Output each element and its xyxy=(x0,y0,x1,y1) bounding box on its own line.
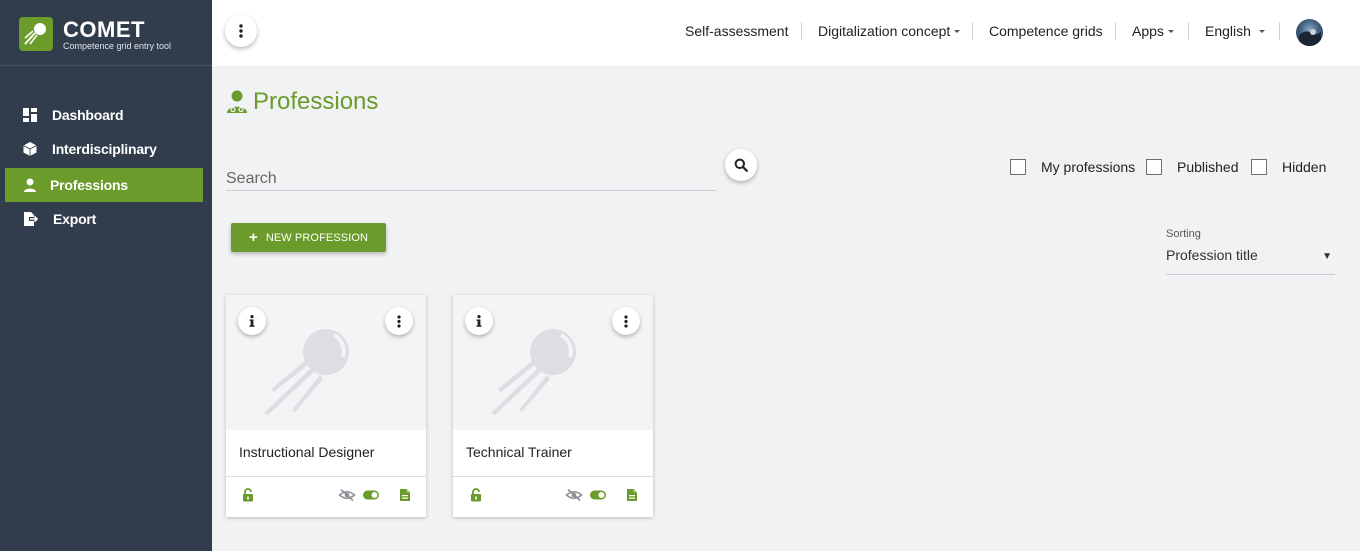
search-input[interactable] xyxy=(226,165,716,191)
divider xyxy=(226,476,426,477)
unlock-icon[interactable] xyxy=(469,488,483,502)
sidebar-item-label: Export xyxy=(53,211,97,227)
document-icon[interactable] xyxy=(398,488,412,502)
menu-button[interactable] xyxy=(225,15,257,47)
profession-card[interactable]: Technical Trainer xyxy=(453,295,653,517)
sorting-label: Sorting xyxy=(1166,228,1201,240)
top-bar: Self-assessment Digitalization concept C… xyxy=(212,0,1360,66)
divider xyxy=(453,476,653,477)
divider xyxy=(972,22,973,40)
card-title: Instructional Designer xyxy=(239,444,375,460)
document-icon[interactable] xyxy=(625,488,639,502)
search-button[interactable] xyxy=(725,149,757,181)
divider xyxy=(801,22,802,40)
sorting-select[interactable]: Profession title ▼ xyxy=(1166,245,1335,275)
published-checkbox[interactable] xyxy=(1146,159,1162,175)
dropdown-arrow-icon: ▼ xyxy=(1322,251,1332,262)
brand-subtitle: Competence grid entry tool xyxy=(63,41,172,51)
eye-slash-icon[interactable] xyxy=(338,488,356,502)
eye-slash-icon[interactable] xyxy=(565,488,583,502)
kebab-icon xyxy=(397,314,401,328)
new-profession-label: NEW PROFESSION xyxy=(265,231,369,244)
profession-card[interactable]: Instructional Designer xyxy=(226,295,426,517)
divider xyxy=(1115,22,1116,40)
caret-down-icon xyxy=(1167,29,1174,33)
toggle-on-icon[interactable] xyxy=(589,488,607,502)
sidebar-item-professions[interactable]: Professions xyxy=(5,168,203,202)
filter-label: Published xyxy=(1177,159,1239,175)
caret-down-icon xyxy=(954,29,961,33)
plus-icon: + xyxy=(248,228,258,246)
nav-apps[interactable]: Apps xyxy=(1132,23,1174,39)
my-professions-checkbox[interactable] xyxy=(1010,159,1026,175)
hidden-checkbox[interactable] xyxy=(1251,159,1267,175)
sorting-value: Profession title xyxy=(1166,247,1258,263)
comet-logo-icon xyxy=(19,17,53,51)
brand[interactable]: COMET Competence grid entry tool xyxy=(0,0,212,66)
sidebar-item-label: Interdisciplinary xyxy=(52,141,157,157)
info-icon xyxy=(249,315,255,327)
divider xyxy=(1279,22,1280,40)
user-icon xyxy=(22,177,38,193)
divider xyxy=(1188,22,1189,40)
unlock-icon[interactable] xyxy=(241,488,255,502)
info-button[interactable] xyxy=(465,307,493,335)
sidebar-item-export[interactable]: Export xyxy=(5,202,203,236)
new-profession-button[interactable]: + NEW PROFESSION xyxy=(231,223,386,252)
cube-icon xyxy=(22,141,38,157)
card-menu-button[interactable] xyxy=(385,307,413,335)
nav-digitalization-concept[interactable]: Digitalization concept xyxy=(818,23,961,39)
nav-self-assessment[interactable]: Self-assessment xyxy=(685,23,788,39)
search-icon xyxy=(734,158,748,172)
sidebar-item-label: Professions xyxy=(50,177,128,193)
brand-name: COMET xyxy=(63,17,145,42)
sidebar-item-dashboard[interactable]: Dashboard xyxy=(5,98,203,132)
info-button[interactable] xyxy=(238,307,266,335)
sidebar: COMET Competence grid entry tool Dashboa… xyxy=(0,0,212,551)
filter-label: My professions xyxy=(1041,159,1136,175)
toggle-on-icon[interactable] xyxy=(362,488,380,502)
filter-label: Hidden xyxy=(1282,159,1327,175)
card-menu-button[interactable] xyxy=(612,307,640,335)
page-title: Professions xyxy=(253,88,379,115)
nav-competence-grids[interactable]: Competence grids xyxy=(989,23,1103,39)
kebab-icon xyxy=(624,314,628,328)
nav-language[interactable]: English xyxy=(1205,23,1265,39)
kebab-icon xyxy=(239,24,243,38)
caret-down-icon xyxy=(1258,29,1265,33)
avatar-icon[interactable] xyxy=(1296,19,1323,46)
dashboard-icon xyxy=(22,107,38,123)
professional-user-icon xyxy=(226,90,248,114)
info-icon xyxy=(476,315,482,327)
export-icon xyxy=(22,211,39,227)
sidebar-item-interdisciplinary[interactable]: Interdisciplinary xyxy=(5,132,203,166)
card-title: Technical Trainer xyxy=(466,444,572,460)
sidebar-item-label: Dashboard xyxy=(52,107,124,123)
